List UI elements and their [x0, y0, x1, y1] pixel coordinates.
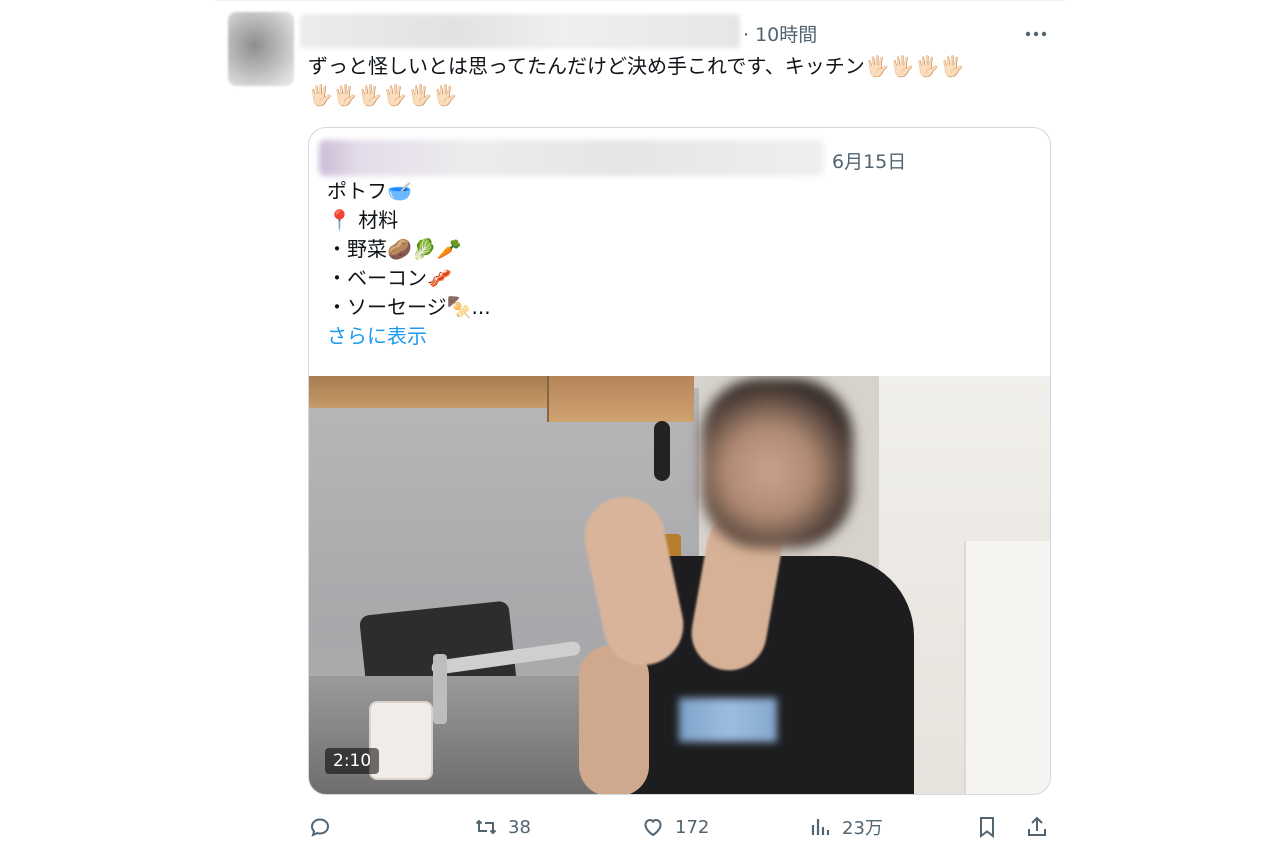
- author-name-blurred[interactable]: [300, 14, 740, 48]
- heart-icon: [644, 818, 662, 837]
- like-count: 172: [675, 816, 710, 838]
- views-button[interactable]: 23万: [808, 812, 883, 842]
- retweet-icon: [475, 819, 497, 835]
- quoted-line: ・ソーセージ🍢...: [327, 295, 491, 319]
- hand-emoji: 🖐🏻: [914, 54, 940, 78]
- bookmark-button[interactable]: [975, 812, 999, 842]
- hand-emoji: 🖐🏻: [407, 83, 433, 107]
- hand-emoji: 🖐🏻: [357, 83, 383, 107]
- retweet-count: 38: [508, 816, 531, 838]
- post-timestamp[interactable]: · 10時間: [743, 20, 817, 47]
- quoted-line: ポトフ🥣: [327, 179, 412, 203]
- video-scene-cabinet: [309, 376, 547, 408]
- video-scene-cabinet: [547, 376, 694, 422]
- reply-button[interactable]: [308, 812, 342, 842]
- quoted-author-blurred[interactable]: [319, 140, 824, 176]
- hand-emoji: 🖐🏻: [939, 54, 965, 78]
- video-duration-badge: 2:10: [325, 748, 380, 774]
- quoted-line: 📍 材料: [327, 208, 399, 232]
- retweet-button[interactable]: 38: [474, 812, 531, 842]
- quoted-post-date[interactable]: 6月15日: [832, 147, 906, 174]
- video-scene-door: [964, 541, 1050, 794]
- top-divider: [215, 0, 1065, 1]
- author-avatar[interactable]: [228, 12, 294, 86]
- like-button[interactable]: 172: [641, 812, 709, 842]
- quoted-line: ・ベーコン🥓: [327, 266, 452, 290]
- quoted-post-card[interactable]: 6月15日 ポトフ🥣 📍 材料 ・野菜🥔🥬🥕 ・ベーコン🥓 ・ソーセージ🍢...…: [308, 127, 1051, 795]
- video-scene-arm: [579, 646, 649, 794]
- share-button[interactable]: [1025, 812, 1049, 842]
- hand-emoji: 🖐🏻: [864, 54, 890, 78]
- share-icon: [1028, 816, 1046, 836]
- post-text: ずっと怪しいとは思ってたんだけど決め手これです、キッチン🖐🏻🖐🏻🖐🏻🖐🏻 🖐🏻🖐…: [308, 52, 1038, 110]
- hand-emoji: 🖐🏻: [889, 54, 915, 78]
- post-body: ずっと怪しいとは思ってたんだけど決め手これです、キッチン: [308, 54, 865, 78]
- video-scene-face-blurred: [701, 378, 853, 548]
- views-chart-icon: [811, 819, 830, 835]
- reply-icon: [310, 818, 330, 837]
- post-actions-bar: 38 172 23万: [308, 812, 1049, 842]
- hand-emoji: 🖐🏻: [332, 83, 358, 107]
- bookmark-icon: [980, 817, 994, 838]
- hand-emoji: 🖐🏻: [432, 83, 458, 107]
- hand-emoji: 🖐🏻: [382, 83, 408, 107]
- video-scene-ladle: [654, 421, 670, 481]
- hand-emoji: 🖐🏻: [308, 83, 333, 107]
- views-count: 23万: [842, 818, 883, 839]
- show-more-link[interactable]: さらに表示: [327, 322, 491, 351]
- more-options-icon[interactable]: [1024, 28, 1048, 40]
- video-scene-blurred-label: [679, 698, 777, 742]
- quoted-line: ・野菜🥔🥬🥕: [327, 237, 462, 261]
- quoted-post-body: ポトフ🥣 📍 材料 ・野菜🥔🥬🥕 ・ベーコン🥓 ・ソーセージ🍢... さらに表示: [327, 177, 491, 351]
- video-scene-faucet: [433, 654, 447, 724]
- video-player[interactable]: 2:10: [309, 376, 1050, 794]
